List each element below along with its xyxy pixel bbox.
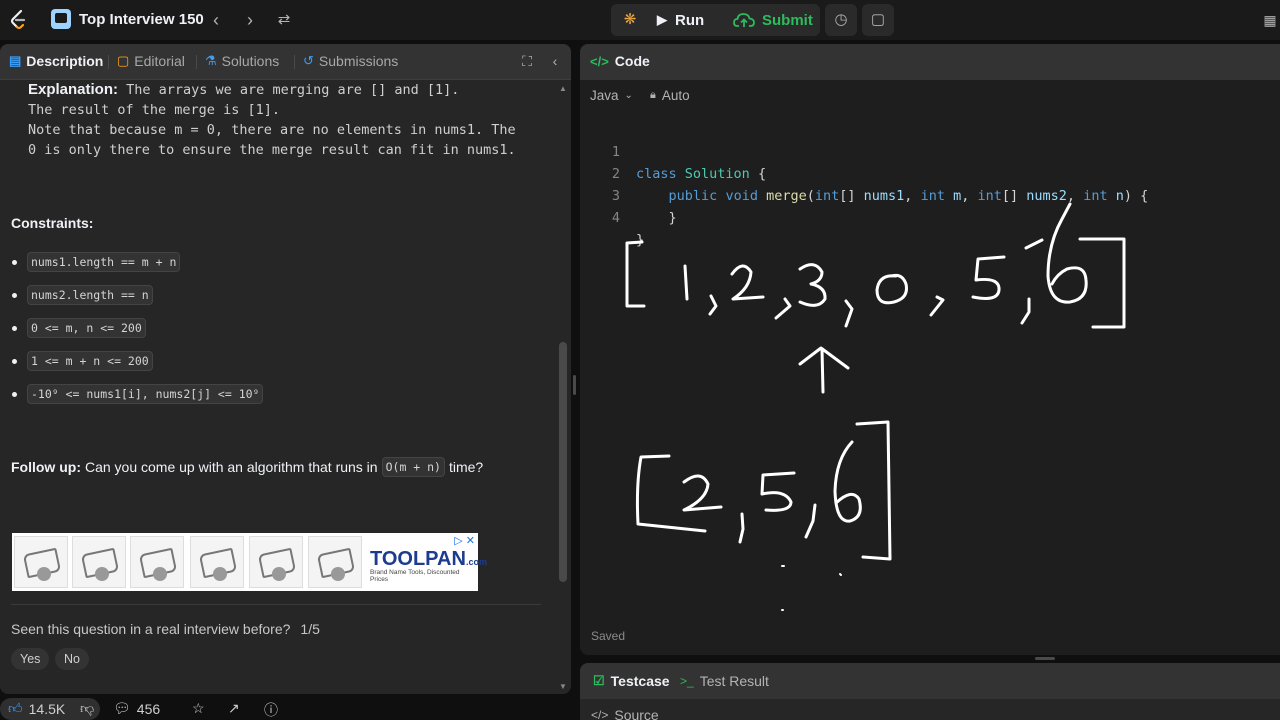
history-icon: ↺ [303, 53, 314, 68]
tab-test-result[interactable]: >_ Test Result [680, 673, 769, 689]
play-icon: ▶ [657, 12, 667, 27]
follow-up: Follow up: Can you come up with an algor… [11, 457, 484, 477]
ad-product-image[interactable] [308, 536, 362, 588]
testcase-header: ☑ Testcase >_ Test Result [580, 663, 1280, 699]
top-nav: Top Interview 150 ‹ › ⇄ ❋ ▶ Run Submit ◷… [0, 0, 1280, 40]
thumbs-down-icon: 👎︎ [80, 700, 95, 716]
constraint-item: 1 <= m + n <= 200 [12, 351, 153, 371]
maximize-icon[interactable]: ⛶ [518, 52, 536, 70]
run-submit-group: ❋ ▶ Run Submit [611, 4, 820, 36]
bullet [12, 358, 17, 364]
ad-product-image[interactable] [130, 536, 184, 588]
bullet [12, 325, 17, 331]
constraints-heading: Constraints: [11, 215, 94, 231]
explanation-block: Explanation: The arrays we are merging a… [28, 81, 516, 158]
divider [11, 604, 541, 605]
dislike-button[interactable]: 👎︎ [80, 700, 94, 717]
editor-resize-handle[interactable] [1035, 657, 1055, 660]
constraint-item: -10⁹ <= nums1[i], nums2[j] <= 10⁹ [12, 384, 264, 404]
checkbox-icon: ☑ [593, 673, 605, 688]
tab-testcase[interactable]: ☑ Testcase [593, 673, 670, 689]
acceptance-stats-partial [11, 684, 441, 690]
notes-icon[interactable]: ▢ [862, 4, 894, 36]
saved-status: Saved [591, 629, 626, 643]
tab-submissions[interactable]: ↺ Submissions [303, 53, 398, 69]
comments-button[interactable]: 💬︎ 456 [113, 700, 160, 717]
bullet [12, 292, 17, 298]
bullet [12, 259, 17, 265]
description-panel: ▤ Description ▢ Editorial ⚗ Solutions ↺ … [0, 44, 571, 694]
problem-list-title[interactable]: Top Interview 150 [79, 11, 204, 28]
ad-banner[interactable]: TOOLPAN.com Brand Name Tools, Discounted… [12, 533, 487, 591]
tab-divider [196, 55, 197, 69]
scroll-down-icon[interactable]: ▼ [559, 682, 567, 691]
scroll-thumb[interactable] [559, 342, 567, 582]
layout-grid-icon[interactable]: ▦ [1258, 8, 1280, 32]
code-editor-panel: </> Code Java ⌄ 🔒︎ Auto 1 class Solution… [580, 44, 1280, 655]
tab-divider [294, 55, 295, 69]
handwritten-annotation [625, 202, 1126, 611]
tab-solutions[interactable]: ⚗ Solutions [205, 53, 279, 69]
scroll-up-icon[interactable]: ▲ [559, 84, 567, 93]
source-toggle[interactable]: </> Source [591, 707, 659, 720]
terminal-icon: >_ [680, 674, 694, 688]
book-icon: ▢ [117, 53, 130, 68]
tab-description[interactable]: ▤ Description [9, 53, 103, 69]
share-icon[interactable]: ↗ [228, 700, 240, 717]
comment-icon: 💬︎ [113, 700, 131, 716]
like-button[interactable]: 👍︎ 14.5K [8, 700, 65, 717]
debug-icon[interactable]: ❋ [620, 10, 640, 30]
ad-product-image[interactable] [14, 536, 68, 588]
testcase-panel: ☑ Testcase >_ Test Result </> Source [580, 663, 1280, 720]
constraint-item: nums2.length == n [12, 285, 153, 305]
bullet [12, 391, 17, 397]
interview-question: Seen this question in a real interview b… [11, 621, 320, 637]
code-icon: </> [591, 708, 609, 720]
prev-problem-icon[interactable]: ‹ [204, 8, 228, 32]
panel-resize-handle[interactable] [573, 375, 576, 395]
timer-icon[interactable]: ◷ [825, 4, 857, 36]
description-scrollbar[interactable]: ▲ ▼ [557, 80, 569, 692]
flask-icon: ⚗ [205, 53, 217, 68]
yes-button[interactable]: Yes [11, 648, 50, 670]
ad-tagline: Brand Name Tools, Discounted Prices [370, 569, 460, 583]
constraint-item: nums1.length == m + n [12, 252, 181, 272]
favorite-star-icon[interactable]: ☆ [192, 700, 205, 717]
cloud-upload-icon [733, 13, 755, 27]
run-button[interactable]: ▶ Run [657, 4, 729, 36]
document-icon: ▤ [9, 53, 22, 68]
leetcode-logo-icon[interactable] [8, 9, 28, 31]
constraint-item: 0 <= m, n <= 200 [12, 318, 146, 338]
tab-editorial[interactable]: ▢ Editorial [117, 53, 185, 69]
next-problem-icon[interactable]: › [238, 8, 262, 32]
ad-product-image[interactable] [190, 536, 244, 588]
ad-brand[interactable]: TOOLPAN.com [370, 548, 487, 571]
ad-product-image[interactable] [72, 536, 126, 588]
problem-list-icon[interactable] [51, 9, 71, 29]
no-button[interactable]: No [55, 648, 89, 670]
tab-divider [108, 55, 109, 69]
ad-close-icon[interactable]: ▷ ✕ [454, 534, 475, 547]
thumbs-up-icon: 👍︎ [8, 700, 23, 716]
ad-product-image[interactable] [249, 536, 303, 588]
help-icon[interactable]: ⓘ [264, 700, 278, 720]
description-tabs: ▤ Description ▢ Editorial ⚗ Solutions ↺ … [0, 44, 571, 80]
collapse-icon[interactable]: ‹ [546, 52, 564, 70]
shuffle-icon[interactable]: ⇄ [272, 8, 296, 32]
submit-button[interactable]: Submit [733, 4, 815, 36]
